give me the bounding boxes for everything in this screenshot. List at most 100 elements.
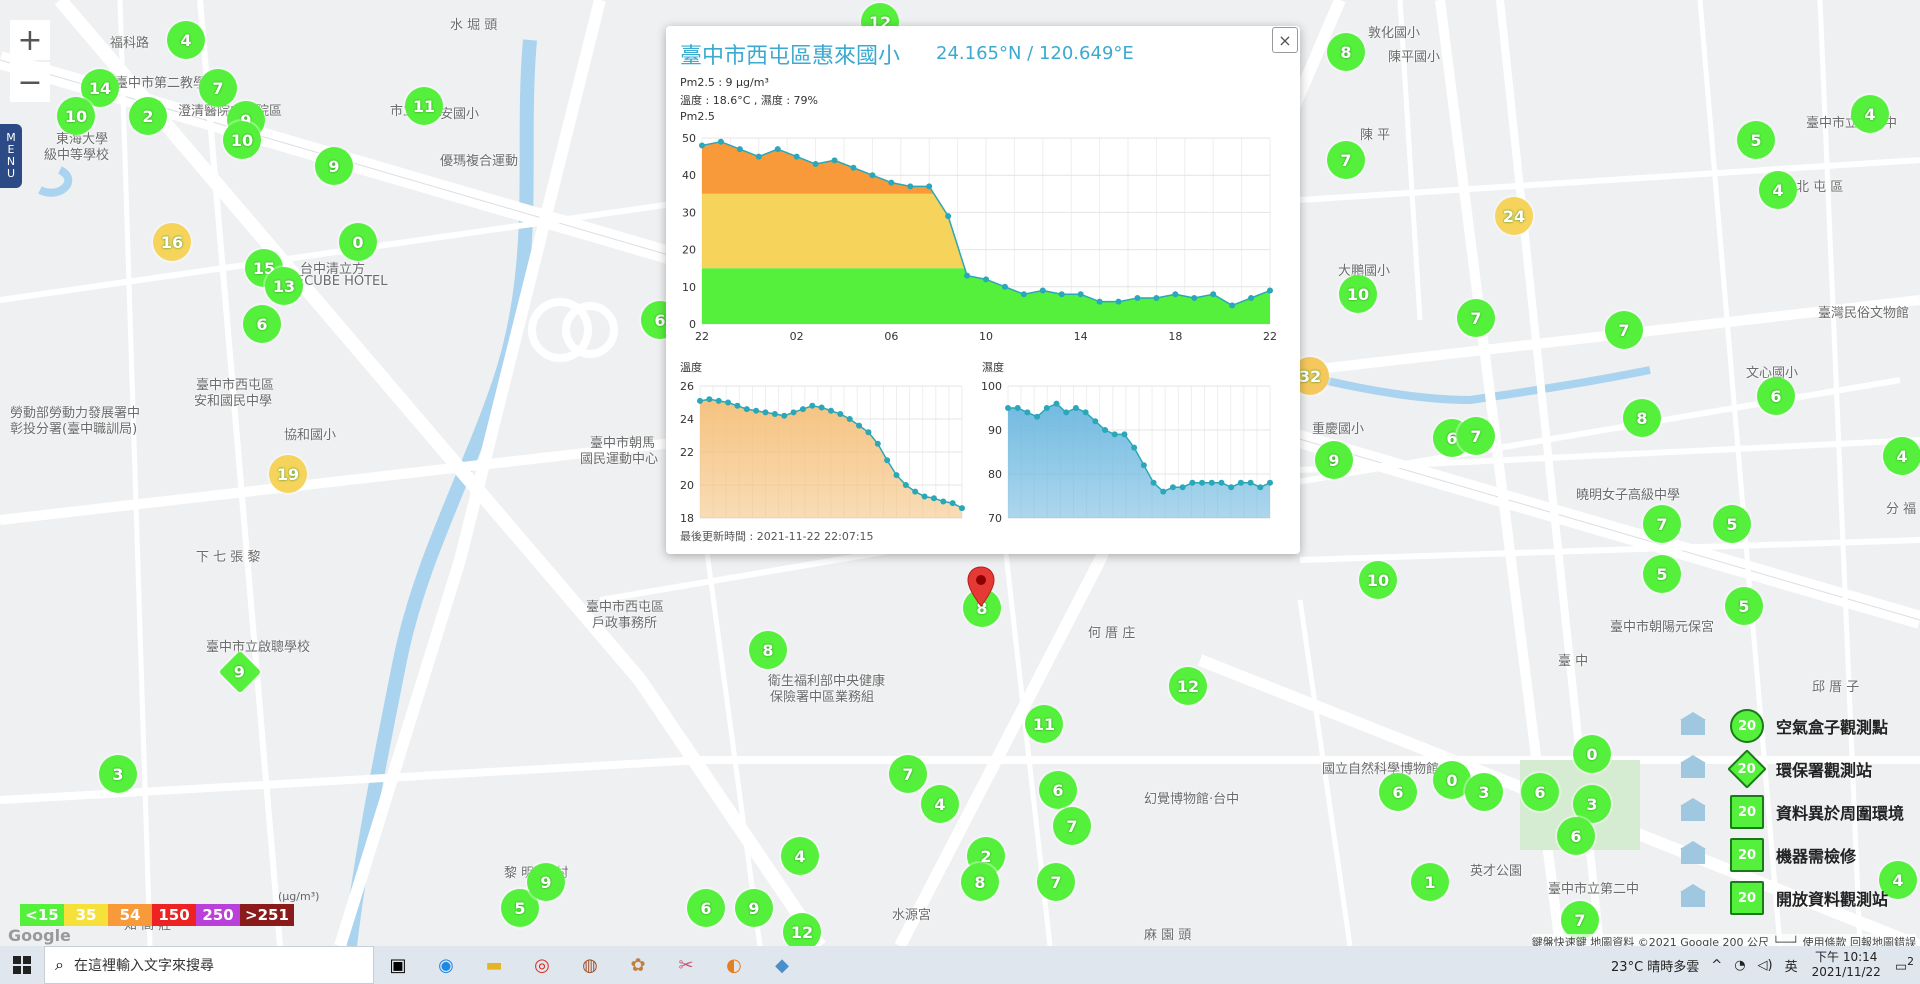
zoom-out-button[interactable]: − (10, 62, 50, 102)
marker-value: 5 (1726, 514, 1738, 534)
marker-value: 6 (1534, 782, 1546, 802)
marker-value: 6 (1392, 782, 1404, 802)
start-button[interactable] (0, 946, 44, 984)
station-marker[interactable]: 6 (1757, 377, 1795, 415)
zoom-in-button[interactable]: + (10, 20, 50, 60)
notification-icon[interactable]: ▭2 (1895, 955, 1914, 974)
station-marker[interactable]: 4 (167, 21, 205, 59)
station-marker[interactable]: 3 (99, 755, 137, 793)
marker-value: 7 (1066, 816, 1078, 836)
station-marker[interactable]: 6 (1521, 773, 1559, 811)
station-marker[interactable]: 9 (315, 147, 353, 185)
data-point (1034, 413, 1041, 420)
map-attribution[interactable]: 鍵盤快速鍵 地圖資料 ©2021 Google 200 公尺 └──┘ 使用條款… (1531, 934, 1916, 946)
station-marker[interactable]: 5 (1713, 505, 1751, 543)
station-marker[interactable]: 9 (1315, 441, 1353, 479)
taskbar-search[interactable]: ⌕ 在這裡輸入文字來搜尋 (44, 946, 374, 984)
station-marker[interactable]: 24 (1495, 197, 1533, 235)
clock[interactable]: 下午 10:14 2021/11/22 (1812, 950, 1881, 980)
chart-title: Pm2.5 (680, 110, 715, 123)
location-pin[interactable] (966, 566, 996, 612)
marker-value: 10 (64, 106, 88, 126)
station-marker[interactable]: 2 (129, 97, 167, 135)
volume-icon[interactable]: ◁) (1758, 958, 1773, 973)
task-view-icon[interactable]: ▣ (374, 946, 422, 984)
station-marker[interactable]: 4 (1851, 95, 1889, 133)
station-marker[interactable]: 9 (527, 863, 565, 901)
station-marker[interactable]: 7 (1643, 505, 1681, 543)
station-marker[interactable]: 7 (1457, 299, 1495, 337)
app-icon-3[interactable]: ✂ (662, 946, 710, 984)
x-tick-label: 10 (979, 330, 993, 343)
station-marker[interactable]: 12 (783, 913, 821, 946)
station-marker[interactable]: 16 (153, 223, 191, 261)
app-icon-4[interactable]: ◐ (710, 946, 758, 984)
station-marker[interactable]: 10 (1339, 275, 1377, 313)
station-marker[interactable]: 5 (1737, 121, 1775, 159)
station-marker[interactable]: 3 (1465, 773, 1503, 811)
station-marker[interactable]: 10 (223, 121, 261, 159)
app-icon-2[interactable]: ✿ (614, 946, 662, 984)
station-marker[interactable]: 7 (1053, 807, 1091, 845)
data-point (1072, 405, 1079, 411)
station-marker[interactable]: 11 (405, 87, 443, 125)
legend-badge-circle: 20 (1730, 709, 1764, 743)
station-marker[interactable]: 19 (269, 455, 307, 493)
marker-value: 6 (700, 898, 712, 918)
station-marker[interactable]: 12 (1169, 667, 1207, 705)
network-icon[interactable]: ◔ (1734, 958, 1745, 973)
data-point (1111, 431, 1118, 438)
weather-widget[interactable]: 23°C 晴時多雲 (1611, 956, 1699, 975)
station-marker[interactable]: 4 (921, 785, 959, 823)
edge-icon[interactable]: ◉ (422, 946, 470, 984)
app-icon-1[interactable]: ◍ (566, 946, 614, 984)
marker-value: 12 (1176, 676, 1200, 696)
station-marker[interactable]: 6 (1379, 773, 1417, 811)
data-point (1058, 291, 1065, 298)
station-marker[interactable]: 5 (1725, 587, 1763, 625)
station-marker[interactable]: 0 (339, 223, 377, 261)
station-marker[interactable]: 7 (1037, 863, 1075, 901)
ime-indicator[interactable]: 英 (1785, 956, 1798, 975)
station-marker[interactable]: 10 (57, 97, 95, 135)
station-marker[interactable]: 4 (1759, 171, 1797, 209)
station-marker[interactable]: 13 (265, 267, 303, 305)
file-explorer-icon[interactable]: ▬ (470, 946, 518, 984)
station-marker[interactable]: 10 (1359, 561, 1397, 599)
station-marker[interactable]: 7 (1327, 141, 1365, 179)
station-marker[interactable]: 8 (961, 863, 999, 901)
map-canvas[interactable]: 水 堀 頭福科路臺中市第二教學區澄清醫院中港院區市立西屯安國小東海大學級中等學校… (0, 0, 1920, 946)
menu-tab[interactable]: MENU (0, 124, 22, 188)
station-marker[interactable]: 8 (749, 631, 787, 669)
station-marker[interactable]: 8 (1327, 33, 1365, 71)
station-marker[interactable]: 9 (735, 889, 773, 927)
station-marker[interactable]: 4 (1883, 437, 1920, 475)
map-place-label: 英才公園 (1470, 864, 1523, 879)
station-marker[interactable]: 7 (1605, 311, 1643, 349)
legend-badge-square: 20 (1730, 881, 1764, 915)
scale-item: >251 (240, 904, 294, 926)
station-marker[interactable]: 4 (781, 837, 819, 875)
station-marker[interactable]: 5 (1643, 555, 1681, 593)
google-logo: Google (8, 926, 71, 945)
marker-value: 11 (412, 96, 436, 116)
data-point (983, 276, 989, 283)
station-marker[interactable]: 6 (243, 305, 281, 343)
marker-value: 4 (180, 30, 192, 50)
station-marker[interactable]: 7 (889, 755, 927, 793)
station-marker[interactable]: 7 (199, 69, 237, 107)
station-marker[interactable]: 11 (1025, 705, 1063, 743)
station-marker[interactable]: 0 (1573, 735, 1611, 773)
station-type-icon (1680, 841, 1706, 864)
chrome-icon[interactable]: ◎ (518, 946, 566, 984)
station-marker[interactable]: 6 (1039, 771, 1077, 809)
station-marker[interactable]: 7 (1457, 417, 1495, 455)
station-marker[interactable]: 6 (1557, 817, 1595, 855)
station-marker[interactable]: 6 (687, 889, 725, 927)
station-marker[interactable]: 1 (1411, 863, 1449, 901)
data-point (1001, 283, 1008, 290)
chevron-up-icon[interactable]: ^ (1711, 958, 1722, 973)
app-icon-5[interactable]: ◆ (758, 946, 806, 984)
station-marker[interactable]: 8 (1623, 399, 1661, 437)
marker-value: 10 (1346, 284, 1370, 304)
